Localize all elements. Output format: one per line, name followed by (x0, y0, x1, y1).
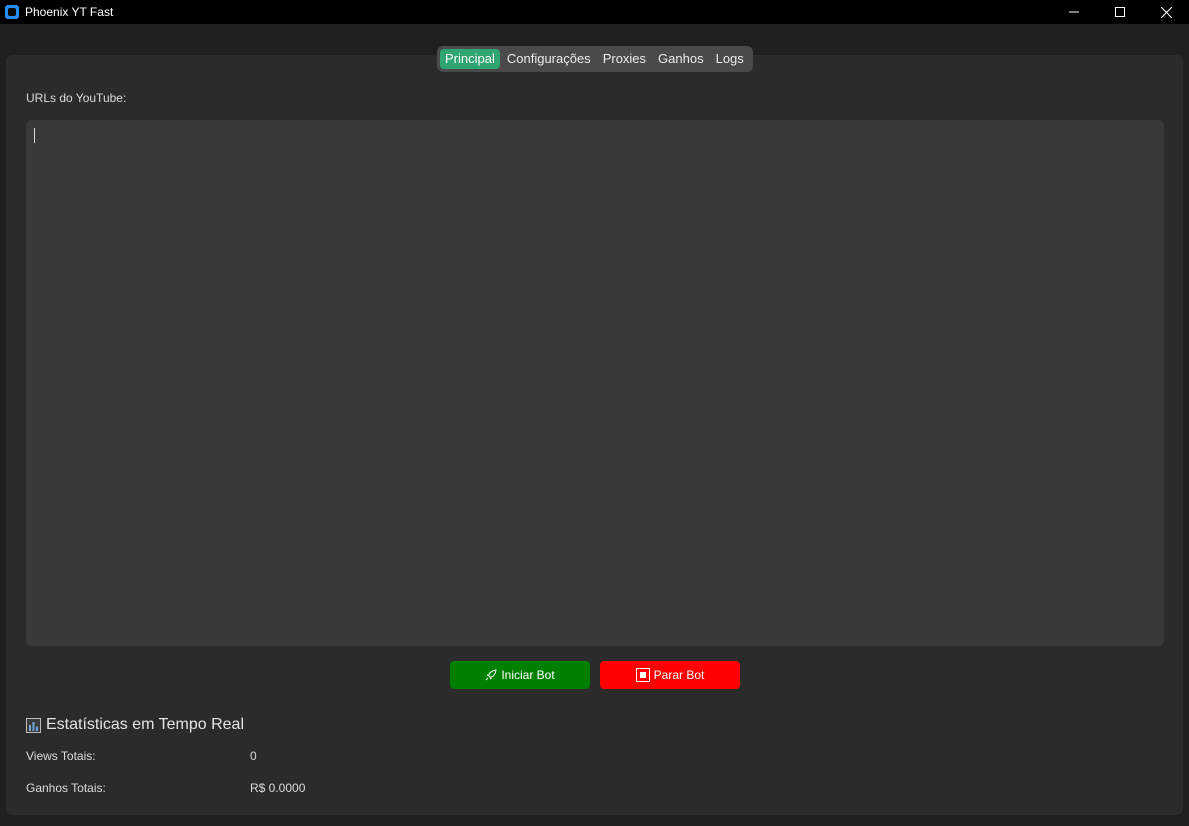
stop-bot-button[interactable]: Parar Bot (600, 661, 740, 689)
app-logo-icon (5, 5, 19, 19)
urls-textarea[interactable] (26, 120, 1164, 646)
stats-section-title: Estatísticas em Tempo Real (26, 716, 244, 734)
tab-ganhos[interactable]: Ganhos (653, 49, 709, 69)
title-bar: Phoenix YT Fast (0, 0, 1189, 24)
bar-chart-icon (26, 717, 41, 733)
tab-logs[interactable]: Logs (711, 49, 749, 69)
earnings-total-label: Ganhos Totais: (26, 781, 106, 795)
views-total-value: 0 (250, 749, 257, 763)
close-button[interactable] (1143, 0, 1189, 24)
tab-bar: Principal Configurações Proxies Ganhos L… (437, 46, 753, 72)
earnings-total-value: R$ 0.0000 (250, 781, 306, 795)
minimize-icon (1069, 11, 1079, 13)
urls-label: URLs do YouTube: (26, 91, 127, 105)
start-bot-label: Iniciar Bot (501, 668, 555, 682)
text-cursor (34, 128, 35, 143)
stop-bot-label: Parar Bot (653, 668, 705, 682)
tab-proxies[interactable]: Proxies (598, 49, 651, 69)
maximize-button[interactable] (1097, 0, 1143, 24)
views-total-label: Views Totais: (26, 749, 96, 763)
maximize-icon (1115, 7, 1125, 17)
minimize-button[interactable] (1051, 0, 1097, 24)
window-controls (1051, 0, 1189, 24)
window-title: Phoenix YT Fast (25, 5, 114, 19)
close-icon (1160, 6, 1172, 18)
stop-icon (635, 668, 650, 682)
stats-title-text: Estatísticas em Tempo Real (46, 716, 245, 733)
tab-principal[interactable]: Principal (440, 49, 500, 69)
tab-configuracoes[interactable]: Configurações (502, 49, 596, 69)
start-bot-button[interactable]: Iniciar Bot (450, 661, 590, 689)
rocket-icon (485, 669, 497, 681)
